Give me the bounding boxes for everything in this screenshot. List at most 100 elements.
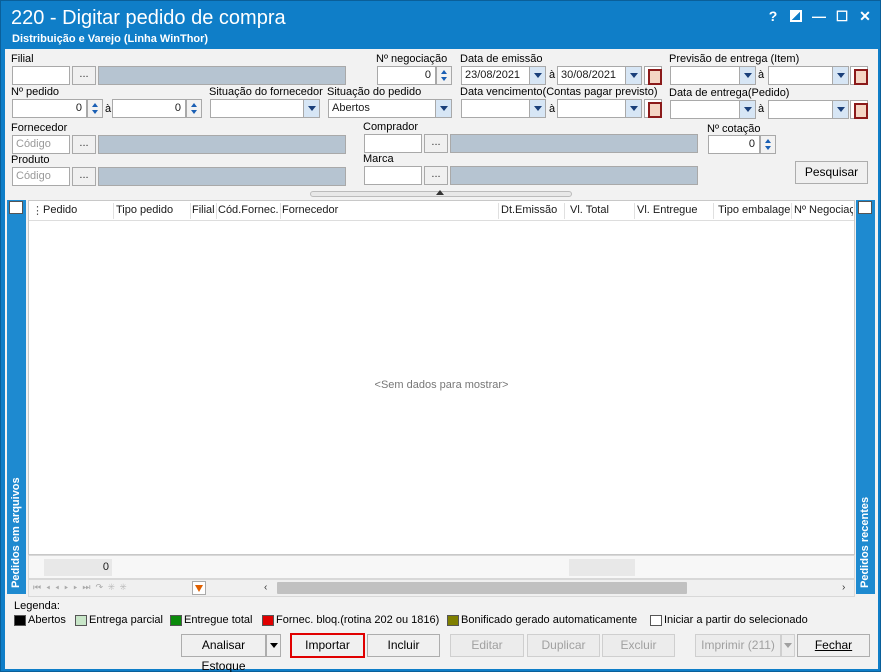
produto-search-button[interactable]: ... <box>72 167 96 186</box>
previsao-from-field[interactable] <box>670 66 756 85</box>
chevron-down-icon[interactable] <box>529 100 545 117</box>
col-tipo-pedido[interactable]: Tipo pedido <box>116 204 190 216</box>
column-separator <box>190 203 191 219</box>
help-icon[interactable]: ? <box>765 8 781 24</box>
panel-pedidos-arquivos[interactable]: Pedidos em arquivos <box>7 200 26 594</box>
chevron-down-icon[interactable] <box>529 67 545 84</box>
column-separator <box>713 203 714 219</box>
fechar-button[interactable]: Fechar <box>797 634 870 657</box>
horizontal-scrollbar-thumb[interactable] <box>277 582 687 594</box>
calendar-icon[interactable] <box>850 100 868 119</box>
emissao-to-field[interactable]: 30/08/2021 <box>557 66 642 85</box>
calendar-icon[interactable] <box>644 99 662 118</box>
excluir-button[interactable]: Excluir <box>602 634 675 657</box>
duplicar-button[interactable]: Duplicar <box>527 634 600 657</box>
chevron-down-icon[interactable] <box>739 101 755 118</box>
iniciar-checkbox[interactable] <box>650 615 662 626</box>
col-negociacao[interactable]: Nº Negociaç <box>794 204 853 216</box>
situacao-fornecedor-select[interactable] <box>210 99 320 118</box>
chevron-down-icon[interactable] <box>832 101 848 118</box>
filter-icon[interactable] <box>192 581 206 595</box>
analisar-estoque-button[interactable]: Analisar Estoque <box>181 634 266 672</box>
pesquisar-button[interactable]: Pesquisar <box>795 161 868 184</box>
grid-navigator: ⏮◂◂▸▸⏭↷✳✳ ‹ › <box>28 579 855 597</box>
col-pedido[interactable]: Pedido <box>43 204 113 216</box>
negociacao-input[interactable]: 0 <box>377 66 436 85</box>
chevron-down-icon[interactable] <box>739 67 755 84</box>
navigator-buttons[interactable]: ⏮◂◂▸▸⏭↷✳✳ <box>33 582 132 593</box>
maximize-icon[interactable]: ☐ <box>834 8 850 24</box>
column-separator <box>498 203 499 219</box>
vencimento-from-field[interactable] <box>461 99 546 118</box>
minimize-icon[interactable]: — <box>811 8 827 24</box>
col-vl-total[interactable]: Vl. Total <box>570 204 634 216</box>
calendar-icon[interactable] <box>644 66 662 85</box>
marca-description <box>450 166 698 185</box>
client-area: Filial ... Nº negociação 0 Data de emiss… <box>5 49 878 672</box>
legend-swatch-bonificado <box>447 615 459 626</box>
comprador-label: Comprador <box>363 121 419 133</box>
entrega-from-field[interactable] <box>670 100 756 119</box>
pedido-to-input[interactable]: 0 <box>112 99 186 118</box>
marca-input[interactable] <box>364 166 422 185</box>
pedido-to-stepper[interactable] <box>186 99 202 118</box>
produto-code-input[interactable]: Código <box>12 167 70 186</box>
imprimir-button[interactable]: Imprimir (211) <box>695 634 781 657</box>
chevron-down-icon[interactable] <box>625 67 641 84</box>
pin-icon[interactable] <box>9 201 23 214</box>
entrega-to-field[interactable] <box>768 100 849 119</box>
restore-icon[interactable] <box>788 8 804 24</box>
scroll-left-icon[interactable]: ‹ <box>264 582 267 593</box>
analisar-dropdown-button[interactable] <box>266 634 281 657</box>
filial-input[interactable] <box>12 66 70 85</box>
panel-pedidos-recentes[interactable]: Pedidos recentes <box>856 200 875 594</box>
cotacao-stepper[interactable] <box>760 135 776 154</box>
column-chooser-icon[interactable]: ⋮ <box>32 204 42 217</box>
chevron-down-icon[interactable] <box>832 67 848 84</box>
incluir-button[interactable]: Incluir <box>367 634 440 657</box>
col-tipo-embalagem[interactable]: Tipo embalager <box>718 204 791 216</box>
legend-label-abertos: Abertos <box>28 614 66 626</box>
marca-label: Marca <box>363 153 394 165</box>
close-icon[interactable]: ✕ <box>857 8 873 24</box>
chevron-down-icon[interactable] <box>435 100 451 117</box>
a-label: à <box>105 103 112 115</box>
pedidos-recentes-label: Pedidos recentes <box>859 496 871 588</box>
importar-button[interactable]: Importar <box>290 633 365 658</box>
fornecedor-code-input[interactable]: Código <box>12 135 70 154</box>
calendar-icon[interactable] <box>850 66 868 85</box>
cotacao-input[interactable]: 0 <box>708 135 760 154</box>
negociacao-stepper[interactable] <box>436 66 452 85</box>
a-label: à <box>758 103 765 115</box>
vencimento-to-field[interactable] <box>557 99 642 118</box>
situacao-pedido-select[interactable]: Abertos <box>328 99 452 118</box>
comprador-search-button[interactable]: ... <box>424 134 448 153</box>
pedido-from-stepper[interactable] <box>87 99 103 118</box>
pedidos-grid[interactable]: ⋮ Pedido Tipo pedido Filial Cód.Fornec. … <box>28 200 855 555</box>
editar-button[interactable]: Editar <box>450 634 524 657</box>
comprador-input[interactable] <box>364 134 422 153</box>
col-dt-emissao[interactable]: Dt.Emissão <box>501 204 563 216</box>
emissao-from-field[interactable]: 23/08/2021 <box>461 66 546 85</box>
fornecedor-search-button[interactable]: ... <box>72 135 96 154</box>
pedido-from-input[interactable]: 0 <box>12 99 87 118</box>
filial-search-button[interactable]: ... <box>72 66 96 85</box>
col-filial[interactable]: Filial <box>192 204 216 216</box>
legend-swatch-fornec-bloq <box>262 615 274 626</box>
pin-icon[interactable] <box>858 201 872 214</box>
col-fornecedor[interactable]: Fornecedor <box>282 204 497 216</box>
scroll-right-icon[interactable]: › <box>842 582 845 593</box>
col-cod-fornec[interactable]: Cód.Fornec. <box>218 204 280 216</box>
pedidos-arquivos-label: Pedidos em arquivos <box>10 477 22 588</box>
grid-header: ⋮ Pedido Tipo pedido Filial Cód.Fornec. … <box>29 201 854 221</box>
imprimir-dropdown-button[interactable] <box>781 634 795 657</box>
entrega-pedido-label: Data de entrega(Pedido) <box>669 87 790 99</box>
marca-search-button[interactable]: ... <box>424 166 448 185</box>
chevron-up-icon[interactable] <box>436 190 444 195</box>
chevron-down-icon[interactable] <box>625 100 641 117</box>
col-vl-entregue[interactable]: Vl. Entregue <box>637 204 713 216</box>
previsao-to-field[interactable] <box>768 66 849 85</box>
app-window: 220 - Digitar pedido de compra Distribui… <box>0 0 881 672</box>
chevron-down-icon[interactable] <box>303 100 319 117</box>
previsao-label: Previsão de entrega (Item) <box>669 53 800 65</box>
